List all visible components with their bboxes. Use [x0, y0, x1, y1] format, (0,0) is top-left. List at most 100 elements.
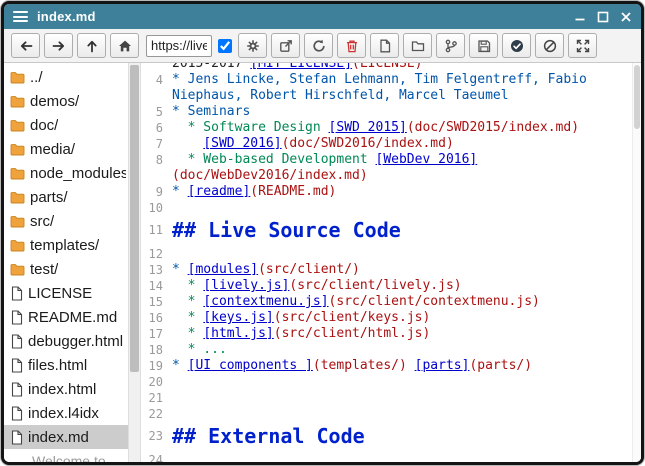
code-line[interactable]: 8 * Web-based Development [WebDev 2016](…: [141, 152, 630, 184]
forward-button[interactable]: [44, 33, 73, 58]
markdown-editor[interactable]: 2015-2017 [MIT LICENSE](LICENSE)4* Jens …: [141, 63, 641, 462]
code-text[interactable]: * [lively.js](src/client/lively.js): [172, 278, 630, 294]
up-button[interactable]: [77, 33, 106, 58]
code-text[interactable]: [172, 246, 630, 262]
code-line[interactable]: 17 * [html.js](src/client/html.js): [141, 326, 630, 342]
close-button[interactable]: [620, 11, 632, 23]
code-line[interactable]: 19* [UI components ](templates/) [parts]…: [141, 358, 630, 374]
code-text[interactable]: ## External Code: [172, 422, 630, 452]
minimize-button[interactable]: [574, 11, 586, 23]
new-folder-button[interactable]: [403, 33, 432, 58]
code-line[interactable]: 23## External Code: [141, 422, 630, 452]
hamburger-menu-icon[interactable]: [13, 11, 28, 22]
code-line[interactable]: 11## Live Source Code: [141, 216, 630, 246]
folder-item-src[interactable]: src/: [4, 209, 128, 233]
code-text[interactable]: * [keys.js](src/client/keys.js): [172, 310, 630, 326]
code-line[interactable]: 20: [141, 374, 630, 390]
code-line[interactable]: 2015-2017 [MIT LICENSE](LICENSE): [141, 63, 630, 72]
code-line[interactable]: 12: [141, 246, 630, 262]
code-line[interactable]: 9* [readme](README.md): [141, 184, 630, 200]
folder-item-[interactable]: ../: [4, 65, 128, 89]
folder-item-templates[interactable]: templates/: [4, 233, 128, 257]
maximize-icon: [597, 11, 609, 23]
window-titlebar[interactable]: index.md: [4, 4, 641, 29]
code-line[interactable]: 22: [141, 406, 630, 422]
code-text[interactable]: [172, 406, 630, 422]
code-line[interactable]: 4* Jens Lincke, Stefan Lehmann, Tim Felg…: [141, 72, 630, 104]
line-number: 20: [141, 374, 172, 390]
code-line[interactable]: 7 [SWD 2016](doc/SWD2016/index.md): [141, 136, 630, 152]
code-text[interactable]: * [contextmenu.js](src/client/contextmen…: [172, 294, 630, 310]
code-text[interactable]: 2015-2017 [MIT LICENSE](LICENSE): [172, 63, 630, 72]
code-line[interactable]: 24: [141, 452, 630, 462]
expand-button[interactable]: [568, 33, 597, 58]
code-text[interactable]: ## Live Source Code: [172, 216, 630, 246]
code-line[interactable]: 6 * Software Design [SWD 2015](doc/SWD20…: [141, 120, 630, 136]
code-text[interactable]: [172, 200, 630, 216]
file-item-label: doc/: [30, 117, 58, 134]
open-external-button[interactable]: [271, 33, 300, 58]
line-number: 23: [141, 422, 172, 452]
code-line[interactable]: 5* Seminars: [141, 104, 630, 120]
file-item-readme-md[interactable]: README.md: [4, 305, 128, 329]
folder-item-test[interactable]: test/: [4, 257, 128, 281]
sidebar-file-icon: [10, 334, 23, 349]
code-text[interactable]: [SWD 2016](doc/SWD2016/index.md): [172, 136, 630, 152]
folder-item-demos[interactable]: demos/: [4, 89, 128, 113]
code-line[interactable]: 21: [141, 390, 630, 406]
url-input[interactable]: [146, 35, 212, 57]
file-item-debugger-html[interactable]: debugger.html: [4, 329, 128, 353]
trash-icon: [345, 39, 359, 53]
code-text[interactable]: * [readme](README.md): [172, 184, 630, 200]
settings-gears-button[interactable]: [238, 33, 267, 58]
editor-scrollbar[interactable]: [632, 63, 641, 462]
folder-item-parts[interactable]: parts/: [4, 185, 128, 209]
line-number: 13: [141, 262, 172, 278]
reload-icon: [312, 39, 326, 53]
code-text[interactable]: * Software Design [SWD 2015](doc/SWD2015…: [172, 120, 630, 136]
code-text[interactable]: * [html.js](src/client/html.js): [172, 326, 630, 342]
code-line[interactable]: 15 * [contextmenu.js](src/client/context…: [141, 294, 630, 310]
file-item-label: debugger.html: [28, 333, 123, 350]
accept-button[interactable]: [502, 33, 531, 58]
file-item-label: media/: [30, 141, 75, 158]
home-button[interactable]: [110, 33, 139, 58]
git-branch-button[interactable]: [436, 33, 465, 58]
code-text[interactable]: * Web-based Development [WebDev 2016](do…: [172, 152, 630, 184]
code-text[interactable]: [172, 452, 630, 462]
code-text[interactable]: * [UI components ](templates/) [parts](p…: [172, 358, 630, 374]
code-text[interactable]: * Jens Lincke, Stefan Lehmann, Tim Felge…: [172, 72, 630, 104]
back-button[interactable]: [11, 33, 40, 58]
file-item-index-md[interactable]: index.md: [4, 425, 128, 449]
file-item-license[interactable]: LICENSE: [4, 281, 128, 305]
sidebar-scrollbar-thumb[interactable]: [130, 65, 139, 372]
reload-button[interactable]: [304, 33, 333, 58]
folder-item-media[interactable]: media/: [4, 137, 128, 161]
sidebar-scrollbar[interactable]: [128, 63, 141, 462]
file-item-label: files.html: [28, 357, 87, 374]
code-text[interactable]: * Seminars: [172, 104, 630, 120]
file-item-files-html[interactable]: files.html: [4, 353, 128, 377]
code-line[interactable]: 14 * [lively.js](src/client/lively.js): [141, 278, 630, 294]
code-text[interactable]: [172, 390, 630, 406]
code-line[interactable]: 10: [141, 200, 630, 216]
code-text[interactable]: * [modules](src/client/): [172, 262, 630, 278]
expand-icon: [576, 39, 590, 53]
maximize-button[interactable]: [597, 11, 609, 23]
code-line[interactable]: 16 * [keys.js](src/client/keys.js): [141, 310, 630, 326]
save-button[interactable]: [469, 33, 498, 58]
line-number: 9: [141, 184, 172, 200]
code-text[interactable]: * ...: [172, 342, 630, 358]
editor-scrollbar-thumb[interactable]: [634, 65, 640, 129]
folder-item-doc[interactable]: doc/: [4, 113, 128, 137]
code-line[interactable]: 18 * ...: [141, 342, 630, 358]
url-checkbox[interactable]: [218, 39, 232, 53]
file-item-index-l4idx[interactable]: index.l4idx: [4, 401, 128, 425]
new-file-button[interactable]: [370, 33, 399, 58]
file-item-index-html[interactable]: index.html: [4, 377, 128, 401]
folder-item-node-modules[interactable]: node_modules/: [4, 161, 128, 185]
code-text[interactable]: [172, 374, 630, 390]
code-line[interactable]: 13* [modules](src/client/): [141, 262, 630, 278]
block-button[interactable]: [535, 33, 564, 58]
delete-button[interactable]: [337, 33, 366, 58]
